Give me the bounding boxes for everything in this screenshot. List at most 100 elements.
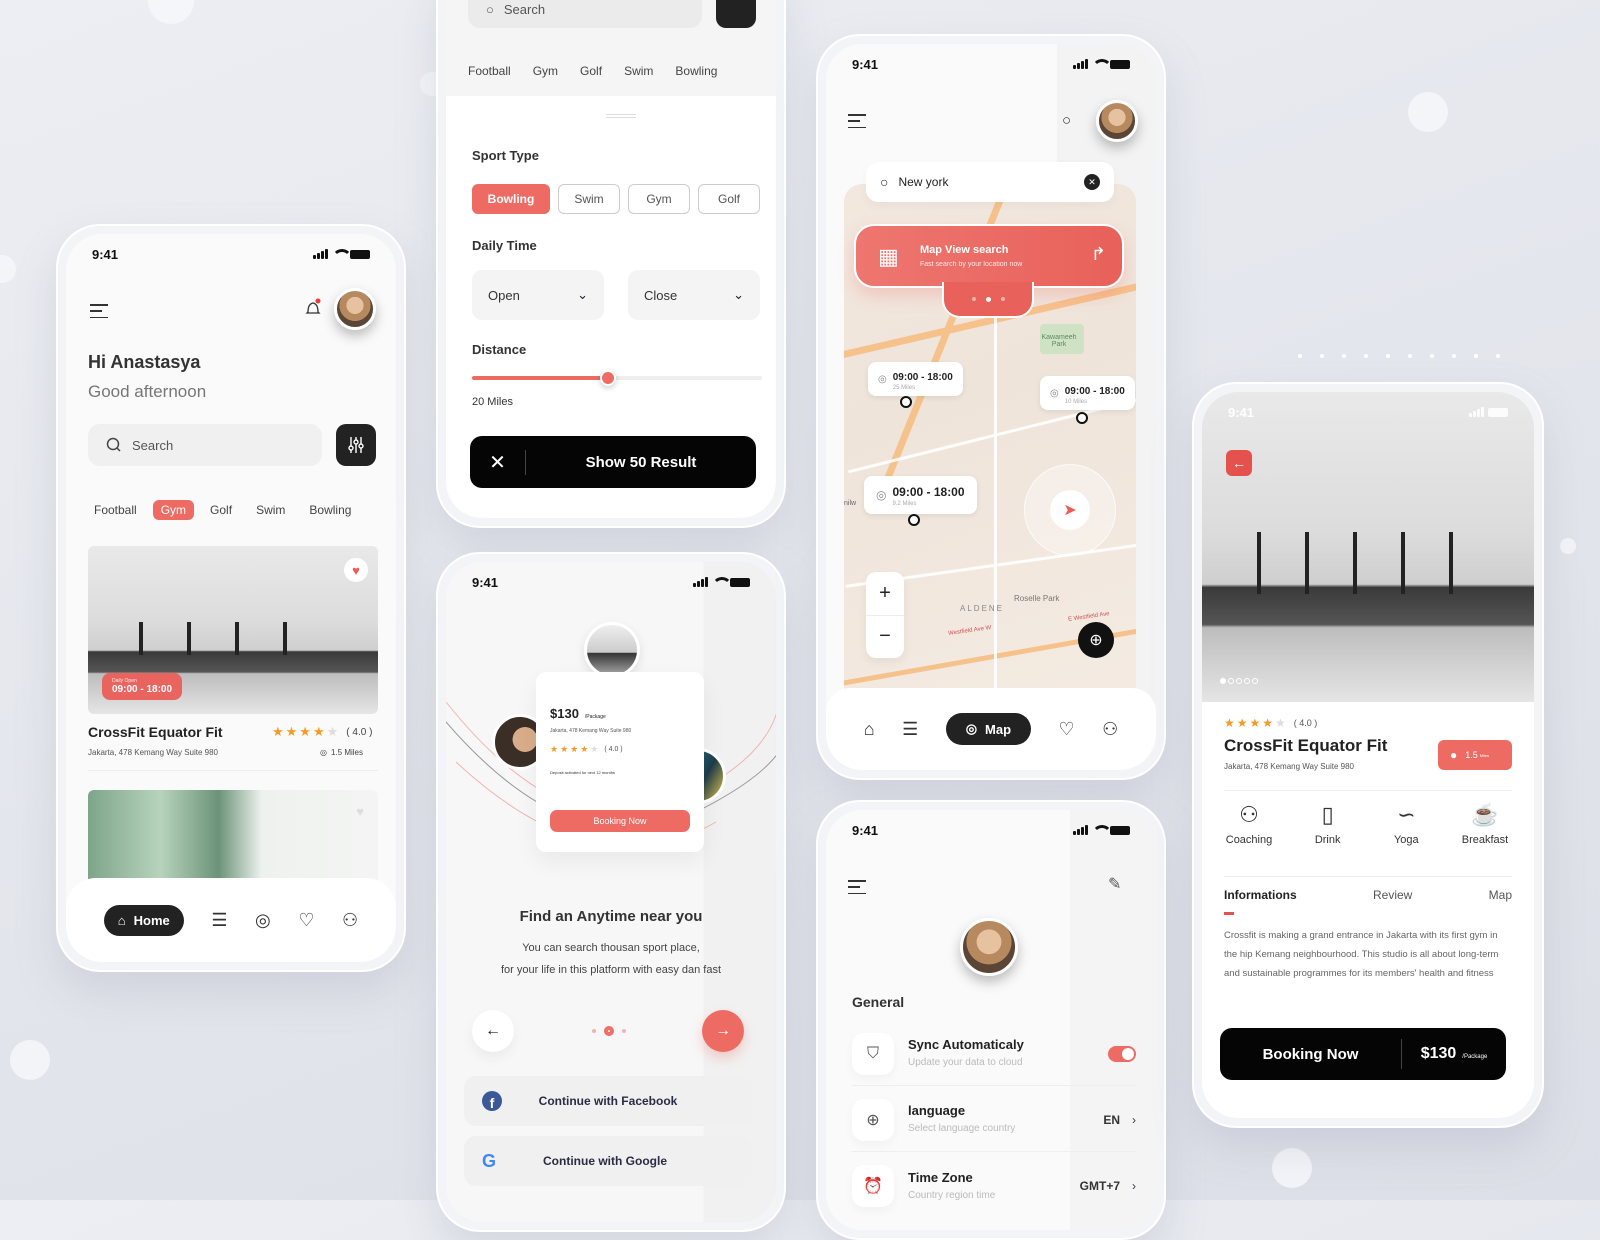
booking-preview-card: $130/Package Jakarta, 478 Kemang Way Sui… xyxy=(536,672,704,852)
location-pin-icon: ◎ xyxy=(878,373,887,385)
sport-type-swim[interactable]: Swim xyxy=(558,184,620,214)
nav-home[interactable]: ⌂ Home xyxy=(103,904,184,936)
nav-map[interactable]: ◎ Map xyxy=(945,713,1032,745)
tab-informations[interactable]: Informations xyxy=(1224,888,1297,902)
profile-avatar[interactable] xyxy=(960,918,1018,976)
hamburger-icon[interactable] xyxy=(848,880,866,894)
open-time-select[interactable]: Open ⌄ xyxy=(472,270,604,320)
gym-thumbnail xyxy=(584,622,640,678)
sport-type-golf[interactable]: Golf xyxy=(698,184,760,214)
filter-button[interactable] xyxy=(336,424,376,466)
favorite-button[interactable]: ♥ xyxy=(356,804,364,819)
map-search-input[interactable]: ○ New york ✕ xyxy=(866,162,1114,202)
nav-user-icon[interactable]: ⚇ xyxy=(1102,719,1118,740)
nav-heart-icon[interactable]: ♡ xyxy=(298,910,314,931)
map-pin-card[interactable]: ◎ 09:00 - 18:00 10 Miles xyxy=(1040,376,1135,410)
back-button[interactable]: ← xyxy=(1226,450,1252,476)
nav-user-icon[interactable]: ⚇ xyxy=(342,910,358,931)
map-view-search-banner[interactable]: ▦ Map View search Fast search by your lo… xyxy=(854,224,1124,288)
map-marker[interactable] xyxy=(908,514,920,526)
close-time-select[interactable]: Close ⌄ xyxy=(628,270,760,320)
rating-value: ( 4.0 ) xyxy=(604,746,623,753)
gallery-dot[interactable] xyxy=(1228,678,1234,684)
booking-now-button[interactable]: Booking Now xyxy=(550,810,690,832)
prev-button[interactable]: ← xyxy=(472,1010,514,1052)
category-tab-golf[interactable]: Golf xyxy=(202,500,240,520)
locate-me-button[interactable]: ⊕ xyxy=(1078,622,1114,658)
onboarding-screen-phone: 9:41 $130/Package Jakarta, 478 Kemang Wa… xyxy=(436,552,786,1232)
slider-handle[interactable] xyxy=(600,370,617,386)
search-input[interactable]: ○ Search xyxy=(468,0,702,28)
setting-row-sync[interactable]: ⛉ Sync Automaticaly Update your data to c… xyxy=(852,1022,1136,1086)
booking-now-button[interactable]: Booking Now $130/Package xyxy=(1220,1028,1506,1080)
zoom-out-button[interactable]: − xyxy=(866,616,904,659)
gym-hero-photo[interactable]: 9:41 ← xyxy=(1202,392,1534,702)
next-button[interactable]: → xyxy=(702,1010,744,1052)
facebook-login-button[interactable]: f Continue with Facebook xyxy=(464,1076,752,1126)
distance-slider[interactable] xyxy=(472,370,762,386)
category-tab-gym[interactable]: Gym xyxy=(533,64,558,78)
nav-list-icon[interactable]: ☰ xyxy=(902,719,918,740)
category-tab-football[interactable]: Football xyxy=(86,500,145,520)
search-icon[interactable]: ○ xyxy=(1062,112,1071,129)
page-dot[interactable] xyxy=(592,1029,596,1033)
category-tab-gym[interactable]: Gym xyxy=(152,500,195,520)
category-tab-football[interactable]: Football xyxy=(468,64,511,78)
bell-icon[interactable] xyxy=(304,298,322,318)
category-tab-swim[interactable]: Swim xyxy=(248,500,293,520)
search-input[interactable]: Search xyxy=(88,424,322,466)
tab-map[interactable]: Map xyxy=(1489,888,1512,902)
sheet-handle[interactable] xyxy=(606,114,636,118)
gallery-dot[interactable] xyxy=(1236,678,1242,684)
settings-screen: 9:41 ✎ General ⛉ Sync Automaticaly Update… xyxy=(826,810,1156,1230)
gym-name[interactable]: CrossFit Equator Fit xyxy=(88,724,223,740)
gym-card-photo[interactable]: ♥ Daily Open 09:00 - 18:00 xyxy=(88,546,378,714)
tab-review[interactable]: Review xyxy=(1373,888,1412,902)
category-tab-bowling[interactable]: Bowling xyxy=(301,500,359,520)
setting-text: Time Zone Country region time xyxy=(908,1170,1080,1203)
nav-home-icon[interactable]: ⌂ xyxy=(864,719,875,740)
close-icon[interactable]: ✕ xyxy=(470,449,526,475)
nav-location-pin-icon[interactable]: ◎ xyxy=(255,910,271,931)
nav-list-icon[interactable]: ☰ xyxy=(211,910,227,931)
map-marker[interactable] xyxy=(1076,412,1088,424)
filter-button[interactable] xyxy=(716,0,756,28)
gallery-dot[interactable] xyxy=(1252,678,1258,684)
map-pin-card[interactable]: ◎ 09:00 - 18:00 9.2 Miles xyxy=(864,476,977,514)
breakfast-cup-icon: ☕ xyxy=(1471,802,1499,827)
avatar[interactable] xyxy=(1096,100,1138,142)
clear-search-button[interactable]: ✕ xyxy=(1084,174,1100,190)
banner-tab xyxy=(942,282,1034,318)
booking-price: $130/Package xyxy=(1402,1045,1506,1063)
gym-description: Crossfit is making a grand entrance in J… xyxy=(1224,930,1499,979)
gallery-dot-active[interactable] xyxy=(1220,678,1226,684)
sport-type-bowling[interactable]: Bowling xyxy=(472,184,550,214)
category-tab-swim[interactable]: Swim xyxy=(624,64,653,78)
category-tab-golf[interactable]: Golf xyxy=(580,64,602,78)
zoom-in-button[interactable]: + xyxy=(866,572,904,616)
share-arrow-icon[interactable]: ↱ xyxy=(1091,244,1106,265)
google-login-button[interactable]: G Continue with Google xyxy=(464,1136,752,1186)
category-tab-bowling[interactable]: Bowling xyxy=(675,64,717,78)
setting-row-timezone[interactable]: ⏰ Time Zone Country region time GMT+7 › xyxy=(852,1154,1136,1218)
hamburger-icon[interactable] xyxy=(848,114,866,128)
favorite-button[interactable]: ♥ xyxy=(344,558,368,582)
status-bar: 9:41 xyxy=(1202,392,1534,432)
avatar[interactable] xyxy=(334,288,376,330)
amenity-yoga: ∽ Yoga xyxy=(1371,802,1441,846)
distance-badge[interactable]: ● 1.5 Miles xyxy=(1438,740,1512,770)
status-icons xyxy=(693,577,750,587)
setting-row-language[interactable]: ⊕ language Select language country EN › xyxy=(852,1088,1136,1152)
current-location-marker[interactable]: ➤ xyxy=(1050,490,1090,530)
sync-toggle[interactable] xyxy=(1108,1045,1136,1062)
nav-heart-icon[interactable]: ♡ xyxy=(1059,719,1075,740)
hamburger-icon[interactable] xyxy=(90,304,108,318)
show-results-button[interactable]: ✕ Show 50 Result xyxy=(470,436,756,488)
sport-type-gym[interactable]: Gym xyxy=(628,184,690,214)
map-marker[interactable] xyxy=(900,396,912,408)
page-dot-active[interactable] xyxy=(604,1026,614,1036)
map-pin-card[interactable]: ◎ 09:00 - 18:00 25 Miles xyxy=(868,362,963,396)
edit-pencil-icon[interactable]: ✎ xyxy=(1108,874,1121,894)
page-dot[interactable] xyxy=(622,1029,626,1033)
gallery-dot[interactable] xyxy=(1244,678,1250,684)
